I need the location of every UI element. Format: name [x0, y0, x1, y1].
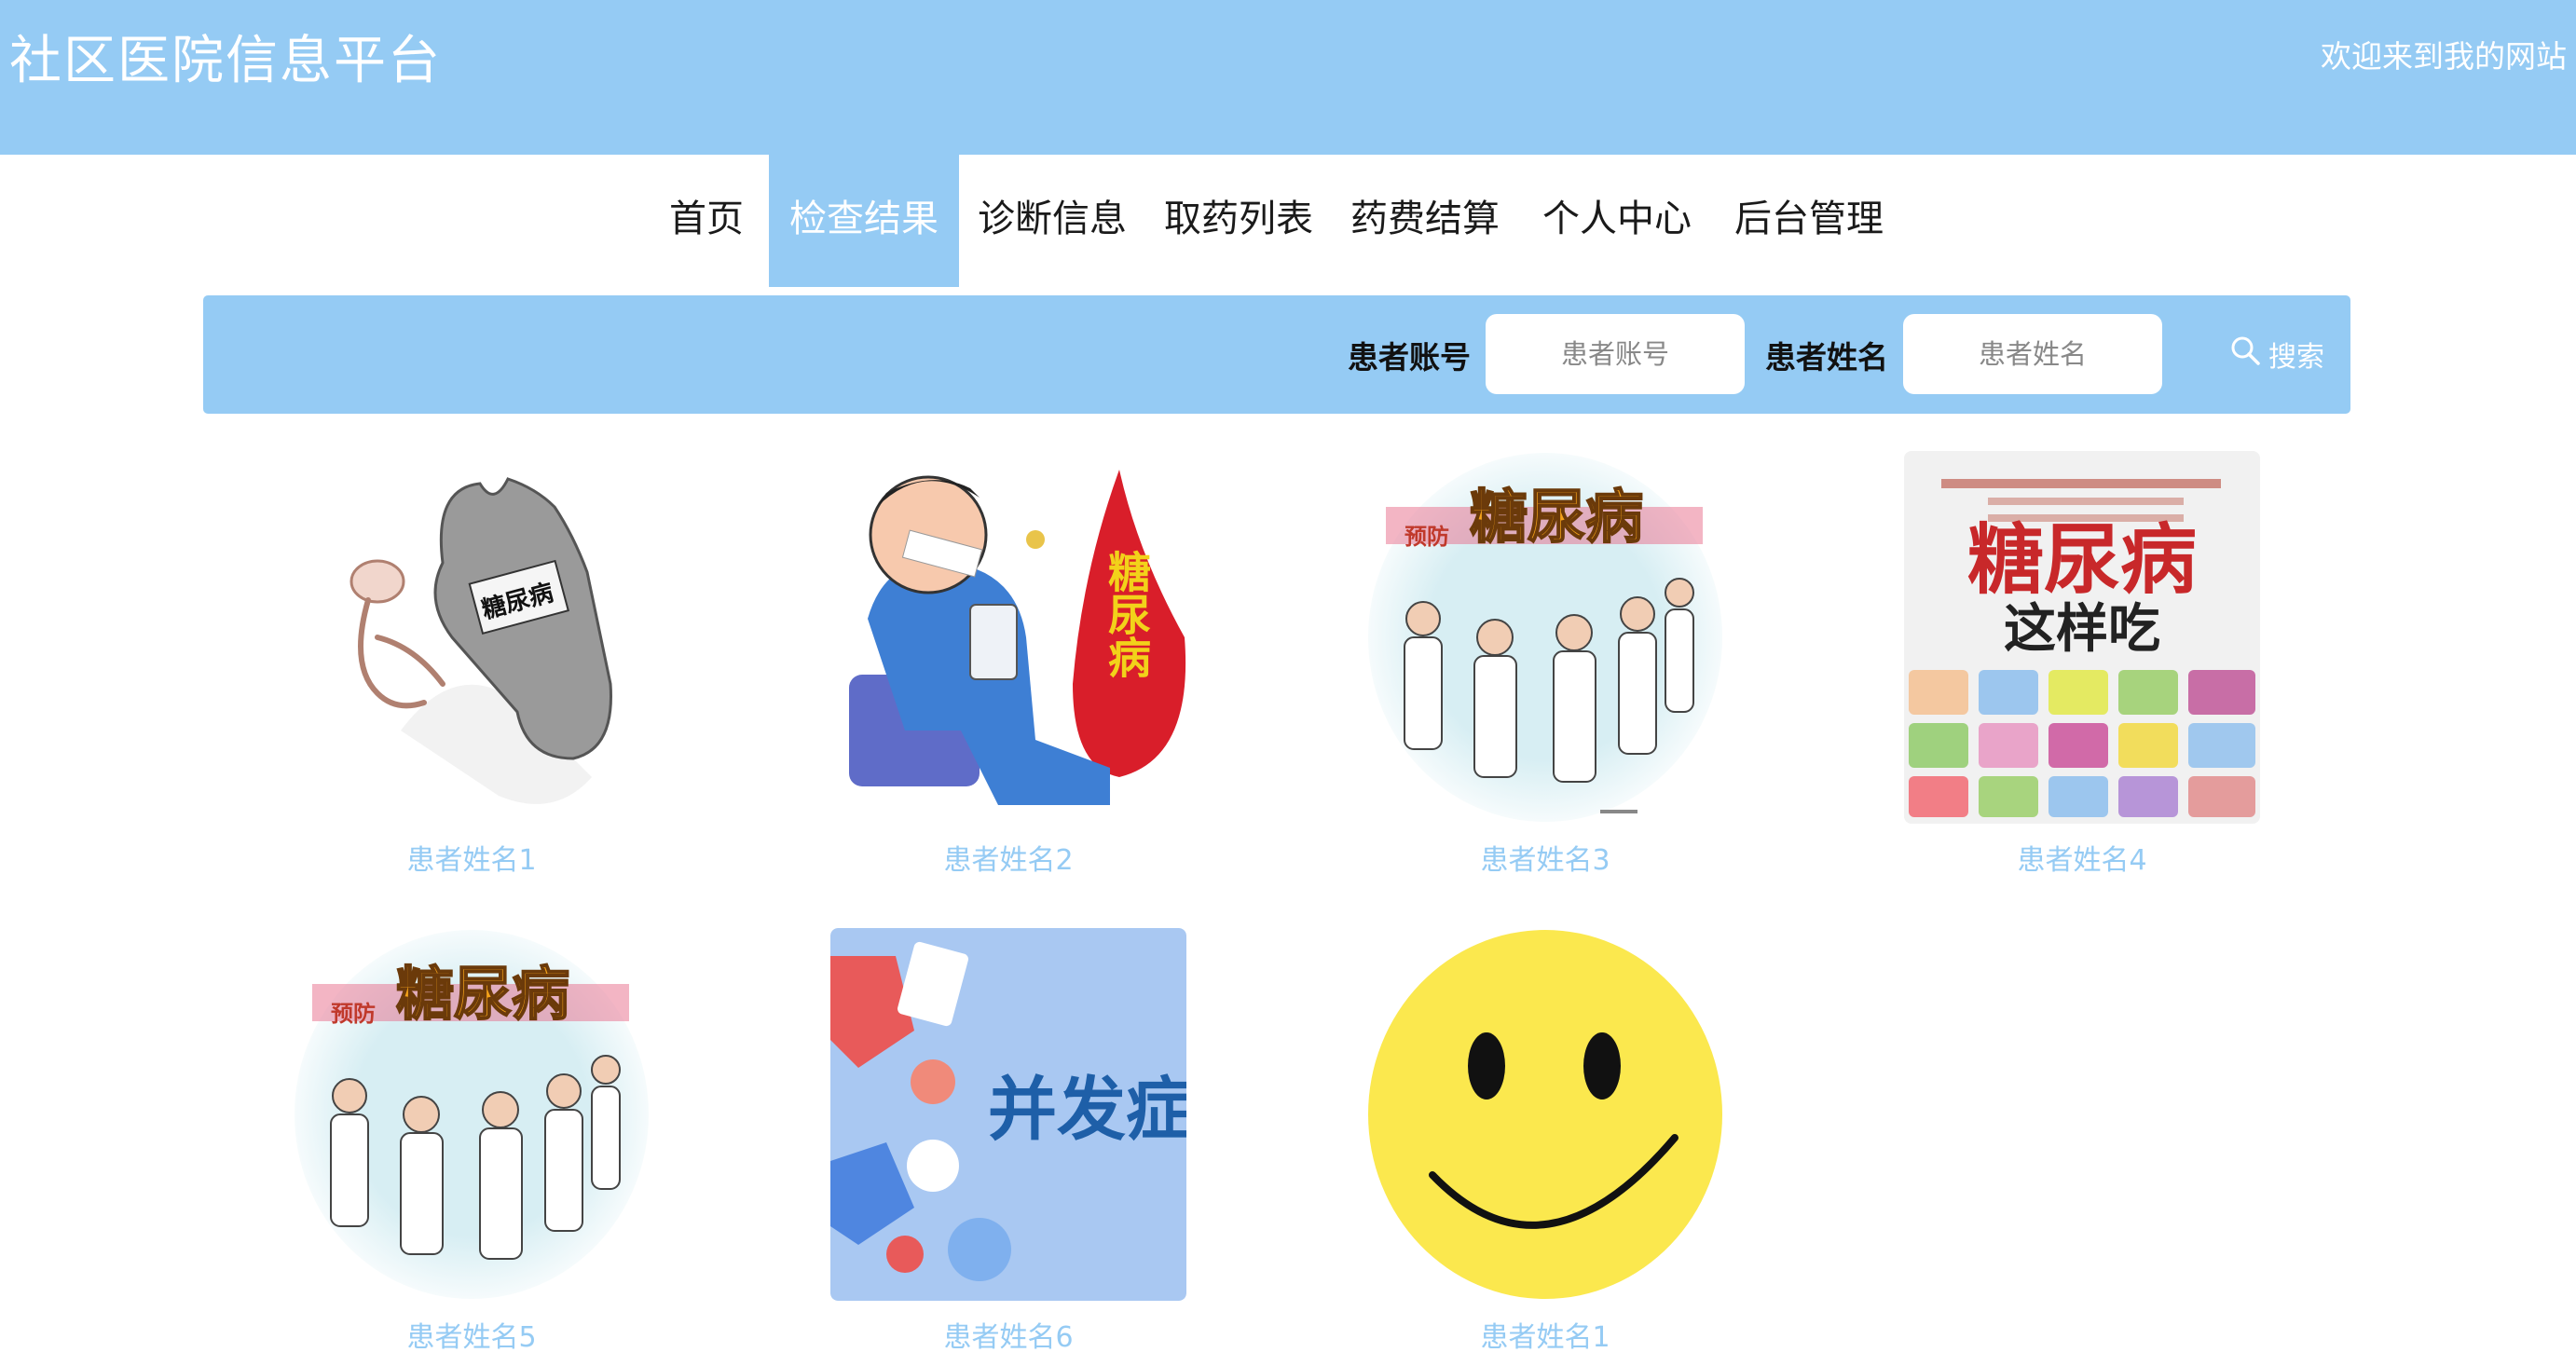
thumb-subtext: 这样吃: [2004, 599, 2160, 660]
site-title: 社区医院信息平台: [9, 31, 442, 91]
patient-thumbnail[interactable]: 糖尿病 这样吃: [1904, 451, 2260, 824]
patient-card[interactable]: 患者姓名1: [1367, 928, 1723, 1355]
patient-card[interactable]: 糖尿病 预防 患者姓名5: [294, 928, 650, 1355]
account-label: 患者账号: [1348, 339, 1471, 376]
nav-item-diagnosis[interactable]: 诊断信息: [967, 155, 1137, 287]
patient-card[interactable]: 糖尿病 患者姓名2: [830, 451, 1186, 878]
nav-item-fee-settlement[interactable]: 药费结算: [1340, 155, 1510, 287]
name-label: 患者姓名: [1765, 339, 1888, 376]
patient-card[interactable]: 糖尿病 预防 患者姓名3: [1367, 451, 1723, 878]
patient-card[interactable]: 糖尿病 这样吃 患者姓名4: [1904, 451, 2260, 878]
thumb-text: 糖尿病: [1102, 550, 1152, 678]
patient-thumbnail[interactable]: 并发症: [830, 928, 1186, 1301]
patient-name[interactable]: 患者姓名6: [830, 1314, 1186, 1355]
patient-card[interactable]: 并发症 患者姓名6: [830, 928, 1186, 1355]
search-button[interactable]: 搜索: [2207, 314, 2347, 394]
patient-thumbnail[interactable]: 糖尿病 预防: [1367, 451, 1723, 824]
main-nav: 首页 检查结果 诊断信息 取药列表 药费结算 个人中心 后台管理: [0, 155, 2576, 287]
thumb-text: 并发症: [988, 1070, 1186, 1150]
patient-card[interactable]: 糖尿病 患者姓名1: [294, 451, 650, 878]
thumb-subtext: 预防: [1404, 524, 1449, 550]
thumb-text: 糖尿病: [1967, 516, 2197, 605]
nav-item-medicine-list[interactable]: 取药列表: [1154, 155, 1323, 287]
patient-thumbnail[interactable]: [1367, 928, 1723, 1301]
thumb-text: 糖尿病: [396, 960, 569, 1028]
name-input[interactable]: [1903, 314, 2162, 394]
account-input[interactable]: [1486, 314, 1745, 394]
nav-item-home[interactable]: 首页: [652, 155, 760, 287]
thumb-subtext: 预防: [331, 1001, 376, 1027]
patient-thumbnail[interactable]: 糖尿病: [830, 451, 1186, 824]
top-header: 社区医院信息平台 欢迎来到我的网站: [0, 0, 2576, 155]
thumb-text: 糖尿病: [1470, 483, 1643, 551]
patient-thumbnail[interactable]: 糖尿病 预防: [294, 928, 650, 1301]
search-button-label: 搜索: [2268, 341, 2324, 374]
search-bar: 患者账号 患者姓名 搜索: [203, 295, 2350, 414]
welcome-text: 欢迎来到我的网站: [2321, 38, 2567, 75]
patient-name[interactable]: 患者姓名3: [1367, 837, 1723, 878]
patient-name[interactable]: 患者姓名5: [294, 1314, 650, 1355]
nav-item-personal-center[interactable]: 个人中心: [1530, 155, 1704, 287]
patient-thumbnail[interactable]: 糖尿病: [294, 451, 650, 824]
patient-name[interactable]: 患者姓名1: [294, 837, 650, 878]
patient-name[interactable]: 患者姓名2: [830, 837, 1186, 878]
nav-item-admin[interactable]: 后台管理: [1722, 155, 1896, 287]
patient-name[interactable]: 患者姓名1: [1367, 1314, 1723, 1355]
smiley-icon: [1368, 930, 1722, 1299]
search-icon: [2229, 335, 2261, 374]
nav-item-exam-results[interactable]: 检查结果: [769, 155, 959, 287]
patient-name[interactable]: 患者姓名4: [1904, 837, 2260, 878]
